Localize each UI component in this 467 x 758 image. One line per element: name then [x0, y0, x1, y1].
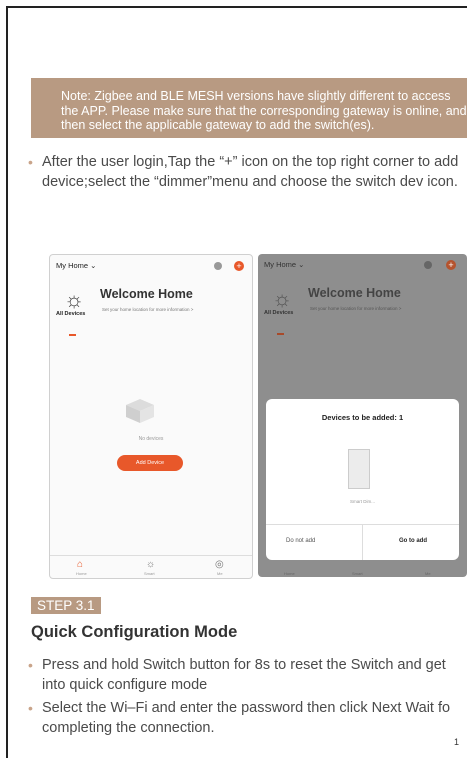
add-plus-icon[interactable]: + — [234, 261, 244, 271]
bottom-tab-bar: Home Smart Me — [258, 555, 467, 577]
smart-dimmer-device-icon[interactable] — [348, 449, 370, 489]
home-tab-label[interactable]: Home — [284, 571, 295, 576]
mic-icon[interactable] — [214, 262, 222, 270]
all-devices-tab[interactable]: All Devices — [56, 311, 85, 317]
smart-tab-label[interactable]: Smart — [352, 571, 363, 576]
bullet-text: Select the Wi–Fi and enter the password … — [42, 700, 451, 736]
instruction-text: After the user login,Tap the “+” icon on… — [42, 154, 459, 190]
device-label: Smart Dim... — [349, 499, 375, 504]
home-tab-label: Home — [76, 571, 87, 576]
welcome-subtitle[interactable]: Set your home location for more informat… — [310, 306, 401, 311]
phone-screenshot-home: My Home ⌄ + ☼ Welcome Home Set your home… — [49, 254, 253, 579]
home-tab-icon[interactable]: ⌂ — [77, 559, 83, 570]
all-devices-tab[interactable]: All Devices — [264, 310, 293, 316]
bullet-text: Press and hold Switch button for 8s to r… — [42, 657, 446, 693]
empty-box-icon — [126, 399, 154, 423]
mic-icon[interactable] — [424, 261, 432, 269]
me-tab-label[interactable]: Me — [425, 571, 431, 576]
section-title: Quick Configuration Mode — [31, 623, 238, 641]
welcome-title: Welcome Home — [308, 286, 401, 300]
step-label: STEP 3.1 — [31, 597, 101, 614]
me-tab-label: Me — [217, 571, 223, 576]
bottom-tab-bar: ⌂ Home ☼ Smart ◎ Me — [50, 555, 252, 578]
tab-underline — [69, 334, 76, 336]
weather-sun-icon: ☼ — [64, 287, 85, 312]
smart-tab-icon[interactable]: ☼ — [146, 559, 155, 570]
welcome-title: Welcome Home — [100, 287, 193, 301]
welcome-subtitle[interactable]: Set your home location for more informat… — [102, 307, 193, 312]
instruction-bullet: After the user login,Tap the “+” icon on… — [28, 152, 467, 192]
bullet-wifi: Select the Wi–Fi and enter the password … — [28, 698, 467, 738]
go-to-add-button[interactable]: Go to add — [399, 538, 427, 544]
page-number: 1 — [453, 737, 459, 747]
me-tab-icon[interactable]: ◎ — [215, 559, 224, 570]
phone-screenshot-dialog: My Home ⌄ + ☼ Welcome Home Set your home… — [258, 254, 467, 577]
note-box: Note: Zigbee and BLE MESH versions have … — [31, 78, 467, 138]
smart-tab-label: Smart — [144, 571, 155, 576]
weather-sun-icon: ☼ — [272, 286, 293, 311]
no-devices-text: No devices — [138, 436, 164, 442]
note-text: Note: Zigbee and BLE MESH versions have … — [61, 89, 467, 132]
add-device-button[interactable]: Add Device — [117, 455, 183, 471]
home-selector[interactable]: My Home ⌄ — [56, 261, 96, 270]
add-plus-icon[interactable]: + — [446, 260, 456, 270]
do-not-add-button[interactable]: Do not add — [286, 538, 315, 544]
dialog-title: Devices to be added: 1 — [321, 413, 404, 422]
tab-underline — [277, 333, 284, 335]
home-selector[interactable]: My Home ⌄ — [264, 260, 304, 269]
bullet-reset: Press and hold Switch button for 8s to r… — [28, 655, 467, 695]
devices-dialog: Devices to be added: 1 Smart Dim... Do n… — [266, 399, 459, 560]
